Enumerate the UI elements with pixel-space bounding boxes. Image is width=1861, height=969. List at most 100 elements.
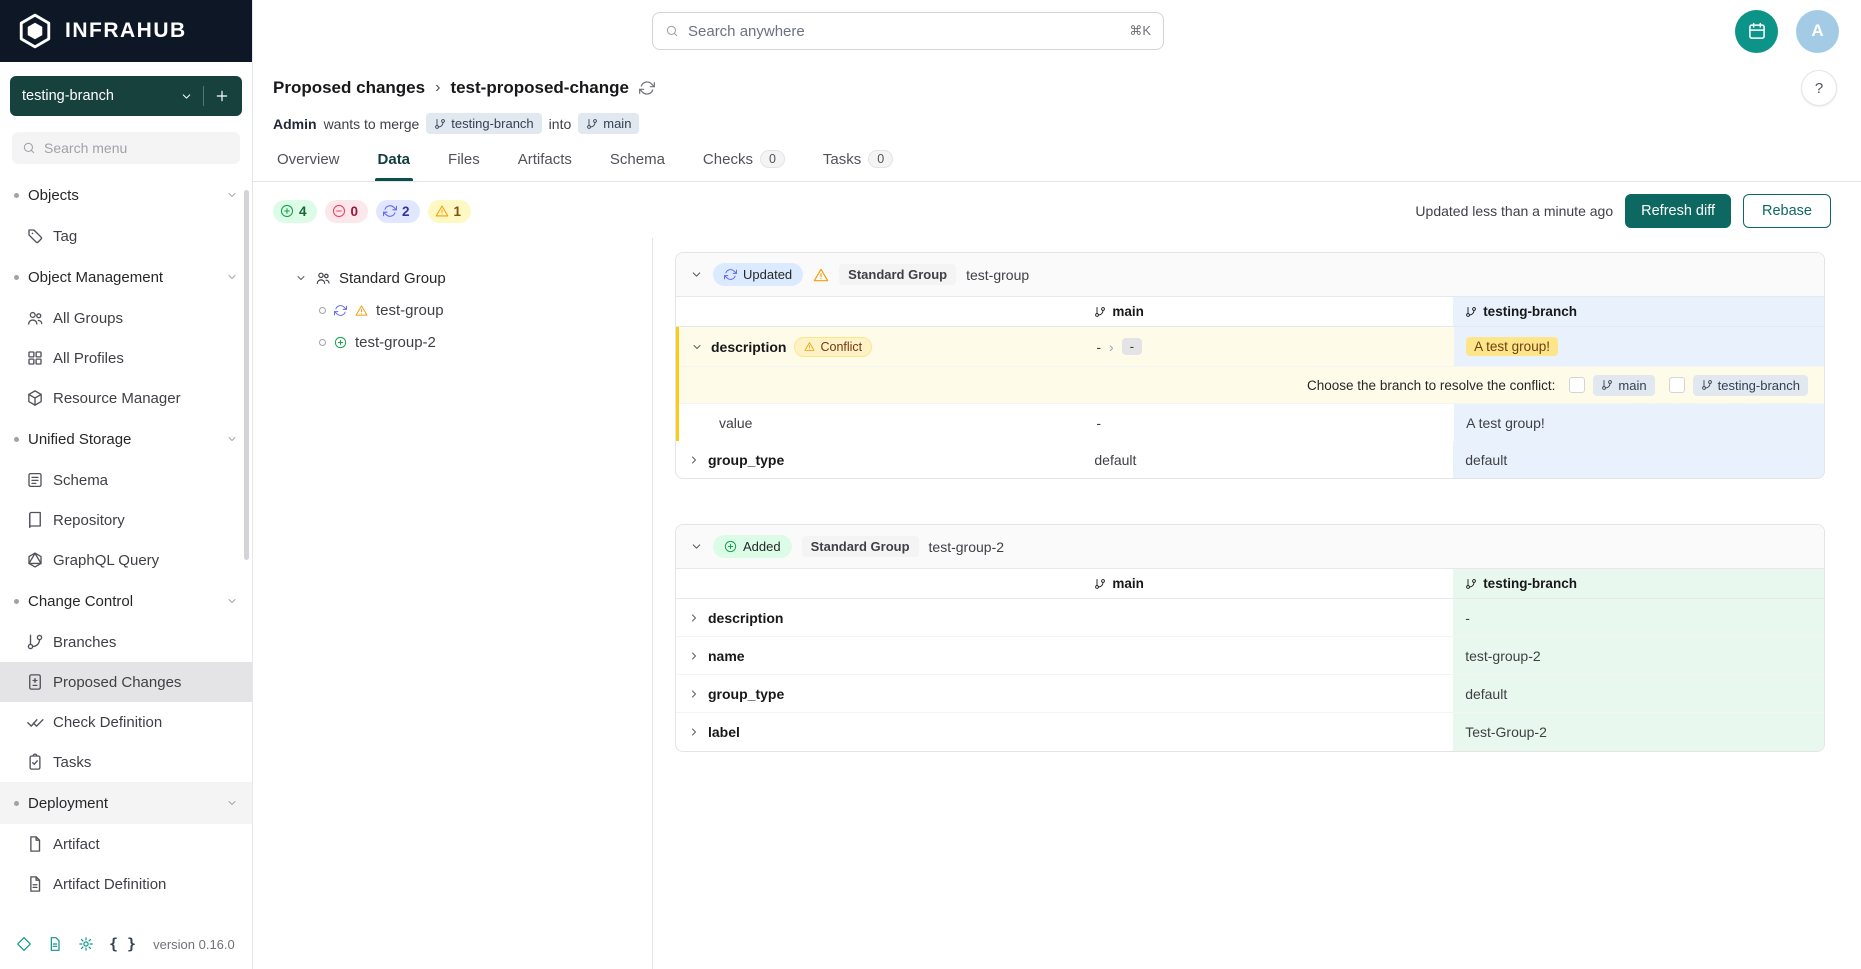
sidebar-item-artifact-definition[interactable]: Artifact Definition bbox=[0, 864, 252, 904]
property-cell[interactable]: description bbox=[676, 599, 1082, 636]
tree-bullet-icon bbox=[319, 339, 326, 346]
resolve-main-option: main bbox=[1569, 375, 1654, 396]
property-cell[interactable]: group_type bbox=[676, 441, 1082, 478]
sidebar-section-object-management[interactable]: Object Management bbox=[0, 256, 252, 298]
conflict-badge-label: Conflict bbox=[820, 340, 862, 354]
sidebar-item-resource-manager[interactable]: Resource Manager bbox=[0, 378, 252, 418]
property-cell[interactable]: description Conflict bbox=[679, 327, 1084, 366]
sidebar-scrollbar[interactable] bbox=[244, 190, 249, 560]
sidebar-item-branches[interactable]: Branches bbox=[0, 622, 252, 662]
diff-row-description: description Conflict - › - A bbox=[679, 327, 1824, 367]
branch-value-cell: Test-Group-2 bbox=[1453, 713, 1824, 751]
sidebar-item-proposed-changes[interactable]: Proposed Changes bbox=[0, 662, 252, 702]
global-search-input[interactable] bbox=[688, 23, 1120, 40]
property-name: value bbox=[691, 415, 752, 431]
tab-artifacts[interactable]: Artifacts bbox=[518, 150, 572, 181]
refresh-diff-button[interactable]: Refresh diff bbox=[1625, 194, 1731, 228]
global-search: ⌘K bbox=[652, 12, 1164, 50]
schedule-button[interactable] bbox=[1735, 10, 1778, 53]
toolbar-right: Updated less than a minute ago Refresh d… bbox=[1415, 194, 1831, 228]
add-branch-button[interactable] bbox=[214, 88, 230, 104]
object-name: test-group-2 bbox=[929, 539, 1004, 555]
property-cell[interactable]: group_type bbox=[676, 675, 1082, 712]
menu-search-input[interactable] bbox=[44, 140, 230, 156]
code-braces-icon[interactable]: { } bbox=[109, 935, 136, 953]
sidebar-item-graphql-query[interactable]: GraphQL Query bbox=[0, 540, 252, 580]
groups-icon bbox=[315, 270, 331, 286]
chevron-down-icon[interactable] bbox=[295, 272, 307, 284]
rebase-button[interactable]: Rebase bbox=[1743, 194, 1831, 228]
updated-ago-text: Updated less than a minute ago bbox=[1415, 203, 1613, 219]
resolve-main-checkbox[interactable] bbox=[1569, 377, 1585, 393]
tab-label: Checks bbox=[703, 151, 753, 168]
sidebar: INFRAHUB testing-branch Objects Tag Obje… bbox=[0, 0, 253, 969]
object-name: test-group bbox=[966, 267, 1029, 283]
tab-tasks[interactable]: Tasks0 bbox=[823, 150, 893, 181]
source-branch-badge: testing-branch bbox=[426, 113, 541, 134]
sidebar-section-deployment[interactable]: Deployment bbox=[0, 782, 252, 824]
tree-node-test-group-2[interactable]: test-group-2 bbox=[253, 326, 652, 358]
sidebar-section-unified-storage[interactable]: Unified Storage bbox=[0, 418, 252, 460]
sidebar-section-objects[interactable]: Objects bbox=[0, 174, 252, 216]
tab-overview[interactable]: Overview bbox=[277, 150, 340, 181]
tab-schema[interactable]: Schema bbox=[610, 150, 665, 181]
chevron-right-icon bbox=[688, 650, 700, 662]
object-kind-badge: Standard Group bbox=[839, 264, 956, 285]
tasks-count-badge: 0 bbox=[868, 150, 893, 168]
updated-count-badge: 2 bbox=[376, 200, 420, 223]
merge-author: Admin bbox=[273, 116, 317, 132]
diff-card-header[interactable]: Added Standard Group test-group-2 bbox=[676, 525, 1824, 569]
settings-gear-icon[interactable] bbox=[78, 936, 94, 952]
docs-icon[interactable] bbox=[47, 936, 63, 952]
breadcrumb-parent-link[interactable]: Proposed changes bbox=[273, 78, 425, 98]
chevron-down-icon bbox=[180, 90, 193, 103]
main-value-cell: - bbox=[1084, 404, 1454, 441]
page-title: test-proposed-change bbox=[450, 78, 629, 98]
main-value-cell bbox=[1082, 599, 1453, 636]
status-label: Updated bbox=[743, 267, 792, 282]
column-label: testing-branch bbox=[1483, 304, 1577, 319]
community-icon[interactable] bbox=[16, 936, 32, 952]
sidebar-item-tag[interactable]: Tag bbox=[0, 216, 252, 256]
sidebar-item-artifact[interactable]: Artifact bbox=[0, 824, 252, 864]
property-cell[interactable]: name bbox=[676, 637, 1082, 674]
column-label: main bbox=[1112, 304, 1144, 319]
double-check-icon bbox=[26, 713, 44, 731]
help-button[interactable]: ? bbox=[1801, 70, 1837, 106]
property-cell: value bbox=[679, 404, 1084, 441]
branch-selector[interactable]: testing-branch bbox=[10, 76, 242, 116]
branch-value-cell: A test group! bbox=[1454, 404, 1824, 441]
infrahub-logo[interactable]: INFRAHUB bbox=[0, 0, 252, 62]
tab-bar: Overview Data Files Artifacts Schema Che… bbox=[273, 150, 1837, 181]
property-cell[interactable]: label bbox=[676, 713, 1082, 751]
tree-node-standard-group[interactable]: Standard Group bbox=[253, 262, 652, 294]
added-count-badge: 4 bbox=[273, 200, 317, 223]
section-bullet-icon bbox=[14, 193, 19, 198]
sidebar-item-repository[interactable]: Repository bbox=[0, 500, 252, 540]
target-branch-label: main bbox=[603, 116, 631, 131]
sidebar-item-check-definition[interactable]: Check Definition bbox=[0, 702, 252, 742]
topbar: ⌘K A bbox=[253, 0, 1861, 62]
sidebar-item-all-profiles[interactable]: All Profiles bbox=[0, 338, 252, 378]
diff-row-value: value - A test group! bbox=[679, 404, 1824, 441]
tree-node-test-group[interactable]: test-group bbox=[253, 294, 652, 326]
sidebar-item-label: Artifact Definition bbox=[53, 876, 166, 893]
tab-files[interactable]: Files bbox=[448, 150, 480, 181]
section-label: Objects bbox=[28, 187, 79, 204]
chevron-right-icon bbox=[688, 454, 700, 466]
sidebar-section-change-control[interactable]: Change Control bbox=[0, 580, 252, 622]
tag-icon bbox=[26, 227, 44, 245]
chevron-down-icon[interactable] bbox=[690, 268, 703, 281]
sidebar-item-all-groups[interactable]: All Groups bbox=[0, 298, 252, 338]
tab-checks[interactable]: Checks0 bbox=[703, 150, 785, 181]
refresh-proposed-change-icon[interactable] bbox=[639, 80, 655, 96]
diff-card-header[interactable]: Updated Standard Group test-group bbox=[676, 253, 1824, 297]
tab-data[interactable]: Data bbox=[378, 150, 411, 181]
chevron-down-icon[interactable] bbox=[690, 540, 703, 553]
sidebar-item-tasks[interactable]: Tasks bbox=[0, 742, 252, 782]
sidebar-item-schema[interactable]: Schema bbox=[0, 460, 252, 500]
resolve-branch-checkbox[interactable] bbox=[1669, 377, 1685, 393]
avatar[interactable]: A bbox=[1796, 10, 1839, 53]
value: test-group-2 bbox=[1465, 648, 1540, 664]
updated-count: 2 bbox=[402, 204, 410, 219]
